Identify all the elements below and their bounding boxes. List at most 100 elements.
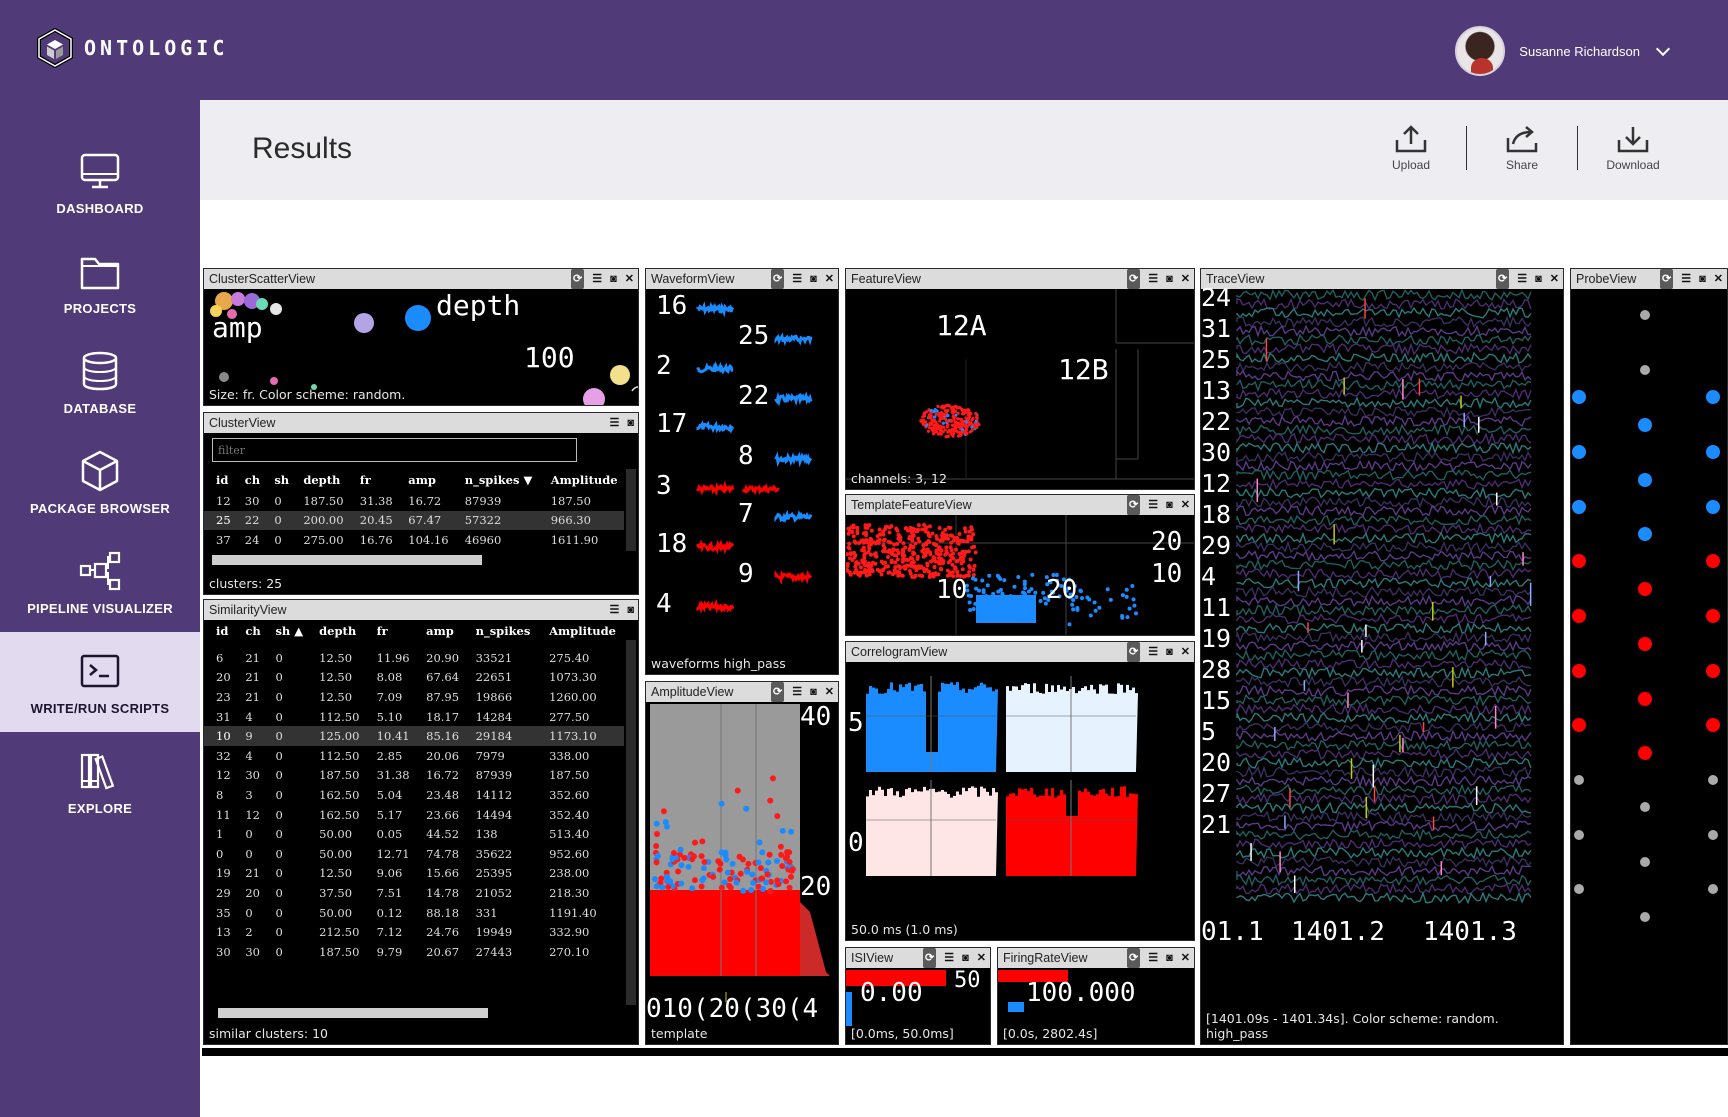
scrollbar[interactable] bbox=[212, 555, 482, 565]
amplitude-view[interactable]: AmplitudeView ⟳ ☰ ◙ ✕ 40 20 010(20(30(4 tem… bbox=[645, 681, 839, 1045]
firing-rate-plot[interactable]: 100.000 [0.0s, 2802.4s] bbox=[998, 968, 1194, 1044]
amplitude-plot[interactable]: 40 20 010(20(30(4 template bbox=[646, 702, 838, 1044]
table-row[interactable]: 11 12 0 162.50 5.17 23.66 14494 352.40 bbox=[204, 805, 624, 825]
camera-icon[interactable]: ◙ bbox=[1166, 269, 1173, 289]
refresh-icon[interactable]: ⟳ bbox=[1127, 642, 1141, 662]
camera-icon[interactable]: ◙ bbox=[627, 413, 634, 433]
cluster-table[interactable]: id ch sh depth fr amp n_spikes ▼ Amplitude 12 30 0… bbox=[204, 469, 624, 550]
correlogram-view[interactable]: CorrelogramView ⟳ ☰ ◙ ✕ 5 0 50.0 ms (1.0 ms… bbox=[845, 641, 1195, 941]
column-header[interactable]: n_spikes bbox=[464, 620, 538, 642]
refresh-icon[interactable]: ⟳ bbox=[1127, 495, 1141, 515]
firing-rate-view[interactable]: FiringRateView ⟳ ☰ ◙ ✕ 100.000 [0.0s, 2802.… bbox=[997, 947, 1195, 1045]
template-feature-view[interactable]: TemplateFeatureView ⟳ ☰ ◙ ✕ 20 10 10 20 bbox=[845, 494, 1195, 636]
feature-view[interactable]: FeatureView ⟳ ☰ ◙ ✕ 12A 12B channels: 3, 12 bbox=[845, 268, 1195, 490]
similarity-table[interactable]: id ch sh ▲ depth fr amp n_spikes Amplitude 6 21 0 1… bbox=[204, 620, 624, 962]
column-header[interactable]: sh bbox=[262, 469, 291, 491]
user-menu[interactable]: Susanne Richardson bbox=[1455, 26, 1671, 76]
column-header[interactable]: ch bbox=[233, 469, 263, 491]
table-row[interactable]: 29 20 0 37.50 7.51 14.78 21052 218.30 bbox=[204, 883, 624, 903]
menu-icon[interactable]: ☰ bbox=[1148, 948, 1158, 968]
column-header[interactable]: id bbox=[204, 469, 233, 491]
table-row[interactable]: 12 30 0 187.50 31.38 16.72 87939 187.50 bbox=[204, 491, 624, 511]
column-header[interactable]: sh ▲ bbox=[263, 620, 307, 642]
close-icon[interactable]: ✕ bbox=[825, 269, 834, 289]
column-header[interactable]: id bbox=[204, 620, 233, 642]
close-icon[interactable]: ✕ bbox=[1181, 495, 1190, 515]
similarity-view[interactable]: SimilarityView ☰ ◙ id ch sh ▲ depth fr amp n_sp… bbox=[203, 599, 639, 1045]
menu-icon[interactable]: ☰ bbox=[609, 413, 619, 433]
menu-icon[interactable]: ☰ bbox=[944, 948, 954, 968]
trace-plot[interactable]: [1401.09s - 1401.34s]. Color scheme: ran… bbox=[1201, 285, 1563, 1044]
camera-icon[interactable]: ◙ bbox=[627, 600, 634, 620]
camera-icon[interactable]: ◙ bbox=[1166, 948, 1173, 968]
sidebar-item-dashboard[interactable]: DASHBOARD bbox=[0, 132, 200, 232]
upload-button[interactable]: Upload bbox=[1356, 124, 1466, 172]
refresh-icon[interactable]: ⟳ bbox=[1660, 269, 1674, 289]
camera-icon[interactable]: ◙ bbox=[1166, 495, 1173, 515]
isi-view[interactable]: ISIView ⟳ ☰ ◙ ✕ 0.00 50 [0.0ms, 50.0ms] bbox=[845, 947, 991, 1045]
refresh-icon[interactable]: ⟳ bbox=[1496, 269, 1510, 289]
waveform-plot[interactable]: waveforms high_pass 16 25 2 22 17 8 3 7 18 9 4 bbox=[646, 289, 838, 674]
camera-icon[interactable]: ◙ bbox=[962, 948, 969, 968]
column-header[interactable]: depth bbox=[291, 469, 347, 491]
table-row[interactable]: 6 21 0 12.50 11.96 20.90 33521 275.40 bbox=[204, 648, 624, 668]
close-icon[interactable]: ✕ bbox=[1181, 948, 1190, 968]
sidebar-item-pipeline-visualizer[interactable]: PIPELINE VISUALIZER bbox=[0, 532, 200, 632]
feature-plot[interactable]: 12A 12B channels: 3, 12 bbox=[846, 289, 1194, 489]
menu-icon[interactable]: ☰ bbox=[1148, 642, 1158, 662]
scrollbar[interactable] bbox=[626, 469, 636, 551]
close-icon[interactable]: ✕ bbox=[977, 948, 986, 968]
cluster-scatter-view[interactable]: ClusterScatterView ⟳ ☰ ◙ ✕ depth amp 100 Si… bbox=[203, 268, 639, 406]
close-icon[interactable]: ✕ bbox=[1181, 642, 1190, 662]
sidebar-item-explore[interactable]: EXPLORE bbox=[0, 732, 200, 832]
table-row[interactable]: 35 0 0 50.00 0.12 88.18 331 1191.40 bbox=[204, 903, 624, 923]
column-header[interactable]: ch bbox=[233, 620, 263, 642]
sidebar-item-projects[interactable]: PROJECTS bbox=[0, 232, 200, 332]
camera-icon[interactable]: ◙ bbox=[1166, 642, 1173, 662]
download-button[interactable]: Download bbox=[1578, 124, 1688, 172]
refresh-icon[interactable]: ⟳ bbox=[771, 682, 785, 702]
table-row[interactable]: 37 24 0 275.00 16.76 104.16 46960 1611.90 bbox=[204, 530, 624, 550]
refresh-icon[interactable]: ⟳ bbox=[1127, 269, 1141, 289]
waveform-view[interactable]: WaveformView ⟳ ☰ ◙ ✕ waveforms high_pass 16… bbox=[645, 268, 839, 675]
trace-view[interactable]: TraceView ⟳ ☰ ◙ ✕ [1401.09s - 1401.34s]. Co… bbox=[1200, 268, 1564, 1045]
camera-icon[interactable]: ◙ bbox=[1699, 269, 1706, 289]
menu-icon[interactable]: ☰ bbox=[792, 682, 802, 702]
column-header[interactable]: n_spikes ▼ bbox=[453, 469, 539, 491]
column-header[interactable]: fr bbox=[365, 620, 414, 642]
table-row[interactable]: 25 22 0 200.00 20.45 67.47 57322 966.30 bbox=[204, 510, 624, 531]
refresh-icon[interactable]: ⟳ bbox=[1127, 948, 1141, 968]
probe-plot[interactable] bbox=[1571, 289, 1727, 1044]
camera-icon[interactable]: ◙ bbox=[1535, 269, 1542, 289]
cluster-view[interactable]: ClusterView ☰ ◙ idchshdepthframpn_spikes … bbox=[203, 412, 639, 595]
menu-icon[interactable]: ☰ bbox=[792, 269, 802, 289]
camera-icon[interactable]: ◙ bbox=[610, 269, 617, 289]
table-row[interactable]: 0 0 0 50.00 12.71 74.78 35622 952.60 bbox=[204, 844, 624, 864]
camera-icon[interactable]: ◙ bbox=[810, 269, 817, 289]
probe-view[interactable]: ProbeView ⟳ ☰ ◙ ✕ bbox=[1570, 268, 1728, 1045]
table-row[interactable]: 8 3 0 162.50 5.04 23.48 14112 352.60 bbox=[204, 785, 624, 805]
table-row[interactable]: 1 0 0 50.00 0.05 44.52 138 513.40 bbox=[204, 824, 624, 844]
share-button[interactable]: Share bbox=[1467, 124, 1577, 172]
table-row[interactable]: 12 30 0 187.50 31.38 16.72 87939 187.50 bbox=[204, 766, 624, 786]
table-row[interactable]: 31 4 0 112.50 5.10 18.17 14284 277.50 bbox=[204, 707, 624, 727]
sidebar-item-database[interactable]: DATABASE bbox=[0, 332, 200, 432]
scrollbar[interactable] bbox=[218, 1008, 488, 1018]
table-row[interactable]: 13 2 0 212.50 7.12 24.76 19949 332.90 bbox=[204, 922, 624, 942]
isi-plot[interactable]: 0.00 50 [0.0ms, 50.0ms] bbox=[846, 968, 990, 1044]
template-feature-plot[interactable]: 20 10 10 20 bbox=[846, 515, 1194, 635]
brand[interactable]: ONTOLOGIC bbox=[36, 28, 228, 68]
table-row[interactable]: 10 9 0 125.00 10.41 85.16 29184 1173.10 bbox=[204, 726, 624, 746]
column-header[interactable]: amp bbox=[396, 469, 452, 491]
close-icon[interactable]: ✕ bbox=[1550, 269, 1559, 289]
column-header[interactable]: Amplitude bbox=[537, 620, 624, 642]
scrollbar[interactable] bbox=[626, 640, 636, 1005]
menu-icon[interactable]: ☰ bbox=[1148, 269, 1158, 289]
filter-input[interactable] bbox=[212, 438, 577, 462]
sidebar-item-package-browser[interactable]: PACKAGE BROWSER bbox=[0, 432, 200, 532]
sidebar-item-write-run-scripts[interactable]: WRITE/RUN SCRIPTS bbox=[0, 632, 200, 732]
close-icon[interactable]: ✕ bbox=[1181, 269, 1190, 289]
refresh-icon[interactable]: ⟳ bbox=[571, 269, 585, 289]
column-header[interactable]: Amplitude bbox=[539, 469, 624, 491]
camera-icon[interactable]: ◙ bbox=[810, 682, 817, 702]
